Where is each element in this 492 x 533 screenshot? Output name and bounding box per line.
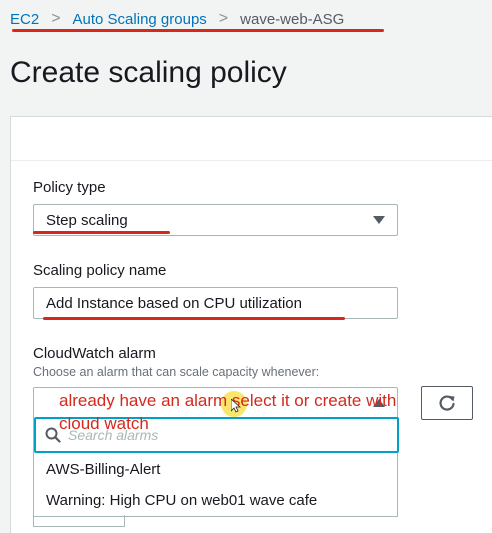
annotation-underline: [12, 29, 384, 32]
policy-name-value: Add Instance based on CPU utilization: [46, 295, 302, 312]
annotation-underline: [33, 231, 170, 234]
mouse-pointer-icon: [231, 399, 241, 413]
refresh-icon: [439, 395, 455, 411]
policy-name-input[interactable]: Add Instance based on CPU utilization: [33, 287, 398, 319]
cloudwatch-alarm-description: Choose an alarm that can scale capacity …: [33, 365, 320, 379]
refresh-button[interactable]: [421, 386, 473, 420]
policy-type-label: Policy type: [33, 179, 106, 196]
caret-down-icon: [373, 216, 385, 224]
breadcrumb-separator: >: [51, 10, 61, 27]
breadcrumb: EC2 > Auto Scaling groups > wave-web-ASG: [10, 10, 344, 28]
breadcrumb-separator: >: [218, 10, 229, 27]
alarm-option[interactable]: Warning: High CPU on web01 wave cafe: [34, 486, 397, 516]
panel-header: [11, 117, 492, 161]
page-title: Create scaling policy: [10, 56, 287, 89]
breadcrumb-current: wave-web-ASG: [240, 10, 345, 28]
breadcrumb-ec2-link[interactable]: EC2: [10, 11, 39, 28]
breadcrumb-asg-link[interactable]: Auto Scaling groups: [73, 11, 207, 28]
policy-name-label: Scaling policy name: [33, 262, 167, 279]
form-panel: Policy type Step scaling Scaling policy …: [10, 116, 492, 533]
policy-type-value: Step scaling: [46, 212, 128, 229]
hidden-field-edge: [33, 515, 125, 527]
annotation-underline: [43, 317, 345, 320]
cloudwatch-alarm-label: CloudWatch alarm: [33, 345, 156, 362]
alarm-option[interactable]: AWS-Billing-Alert: [34, 455, 397, 485]
